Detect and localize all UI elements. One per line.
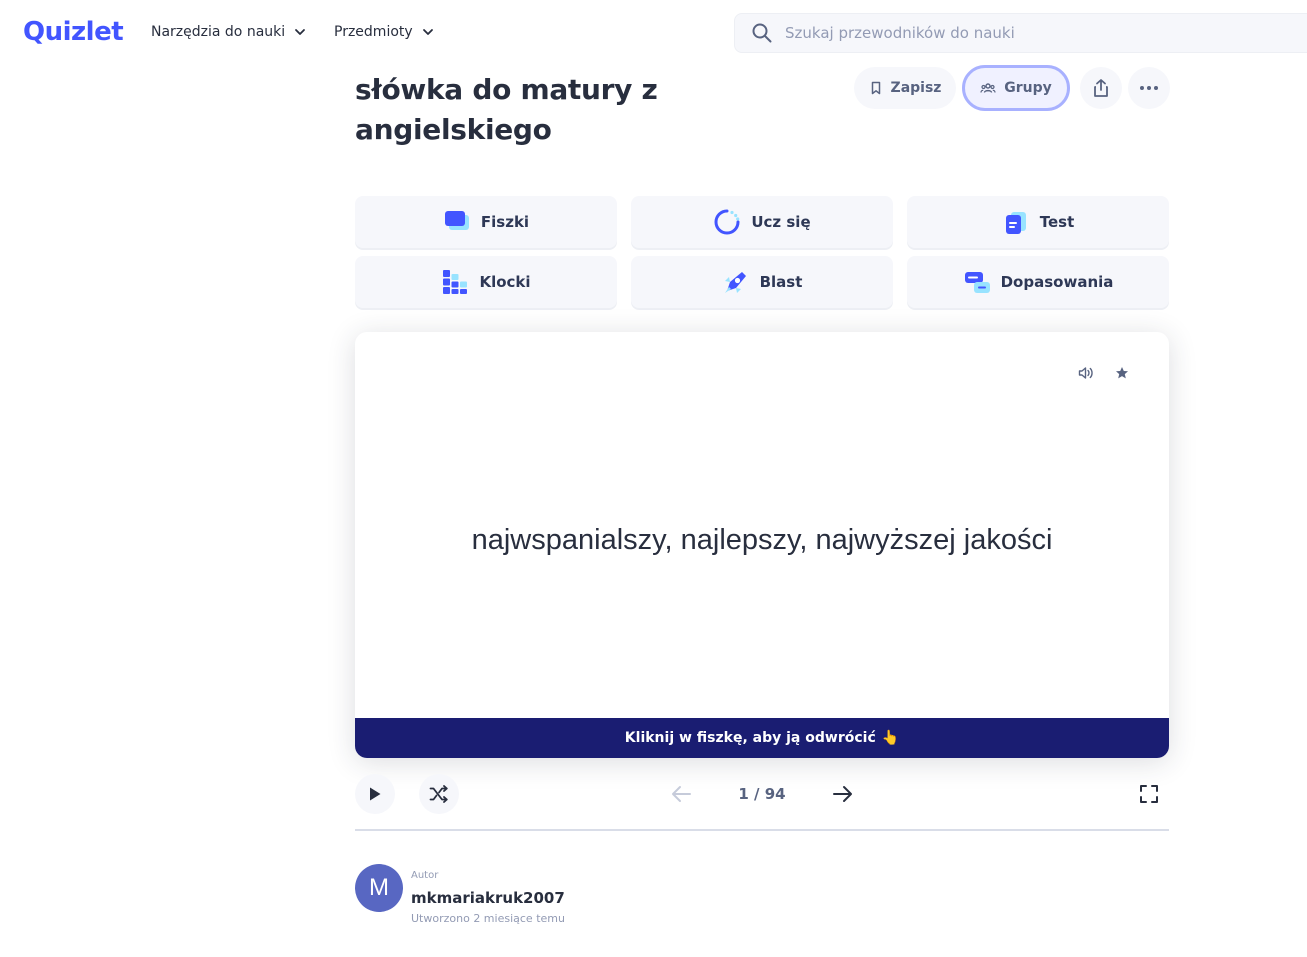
star-button[interactable] — [1111, 362, 1133, 384]
nav-study-tools[interactable]: Narzędzia do nauki — [151, 24, 307, 40]
mode-flashcards[interactable]: Fiszki — [355, 196, 617, 248]
autoplay-button[interactable] — [355, 774, 395, 814]
mode-blast-label: Blast — [759, 273, 803, 291]
mode-blocks-label: Klocki — [479, 273, 531, 291]
chevron-down-icon — [295, 29, 306, 35]
fullscreen-icon — [1140, 785, 1158, 803]
share-icon — [1094, 79, 1108, 97]
groups-button-label: Grupy — [1004, 80, 1052, 96]
save-button[interactable]: Zapisz — [854, 67, 956, 109]
learn-icon — [714, 209, 740, 235]
arrow-left-icon — [672, 786, 691, 802]
mode-match-label: Dopasowania — [1000, 273, 1114, 291]
test-icon — [1005, 212, 1026, 234]
mode-learn-label: Ucz się — [751, 213, 811, 231]
mode-test[interactable]: Test — [907, 196, 1169, 248]
share-button[interactable] — [1080, 67, 1122, 109]
section-divider — [355, 829, 1169, 831]
flip-hint-text: Kliknij w fiszkę, aby ją odwrócić — [624, 730, 876, 746]
shuffle-icon — [429, 785, 448, 803]
flashcards-icon — [444, 211, 469, 230]
next-card-button[interactable] — [829, 780, 857, 808]
nav-subjects-label: Przedmioty — [334, 24, 413, 40]
search-bar[interactable] — [734, 13, 1307, 53]
arrow-right-icon — [833, 786, 852, 802]
match-icon — [964, 272, 990, 293]
card-counter: 1 / 94 — [738, 785, 786, 803]
speaker-icon — [1078, 367, 1093, 379]
mode-blast[interactable]: Blast — [631, 256, 893, 308]
mode-test-label: Test — [1039, 213, 1075, 231]
fullscreen-button[interactable] — [1137, 782, 1161, 806]
nav-subjects[interactable]: Przedmioty — [334, 24, 435, 40]
more-options-button[interactable] — [1128, 67, 1170, 109]
author-created-date: Utworzono 2 miesiące temu — [411, 912, 565, 925]
star-icon — [1116, 367, 1128, 379]
search-input[interactable] — [785, 24, 1185, 42]
audio-button[interactable] — [1075, 362, 1097, 384]
play-icon — [370, 787, 381, 801]
mode-flashcards-label: Fiszki — [480, 213, 530, 231]
author-label: Autor — [411, 870, 439, 881]
mode-learn[interactable]: Ucz się — [631, 196, 893, 248]
mode-match[interactable]: Dopasowania — [907, 256, 1169, 308]
group-icon — [980, 83, 996, 93]
top-navigation: Quizlet Narzędzia do nauki Przedmioty — [0, 0, 1307, 66]
bookmark-icon — [871, 81, 880, 95]
set-title: słówka do matury z angielskiego — [355, 73, 658, 146]
quizlet-logo[interactable]: Quizlet — [23, 17, 124, 47]
chevron-down-icon — [422, 29, 433, 35]
author-name[interactable]: mkmariakruk2007 — [411, 889, 565, 907]
pointing-hand-icon: 👆 — [881, 730, 900, 746]
shuffle-button[interactable] — [419, 774, 459, 814]
groups-button[interactable]: Grupy — [962, 65, 1070, 111]
nav-study-tools-label: Narzędzia do nauki — [151, 24, 286, 40]
mode-blocks[interactable]: Klocki — [355, 256, 617, 308]
blocks-icon — [443, 270, 468, 294]
flashcard[interactable]: najwspanialszy, najlepszy, najwyższej ja… — [355, 332, 1169, 758]
more-horizontal-icon — [1140, 86, 1158, 90]
search-icon — [752, 23, 772, 43]
flashcard-term: najwspanialszy, najlepszy, najwyższej ja… — [471, 524, 1053, 556]
previous-card-button[interactable] — [667, 780, 695, 808]
blast-icon — [724, 272, 746, 293]
flip-hint-bar: Kliknij w fiszkę, aby ją odwrócić 👆 — [355, 718, 1169, 758]
author-avatar[interactable]: M — [355, 864, 403, 912]
save-button-label: Zapisz — [890, 80, 942, 96]
